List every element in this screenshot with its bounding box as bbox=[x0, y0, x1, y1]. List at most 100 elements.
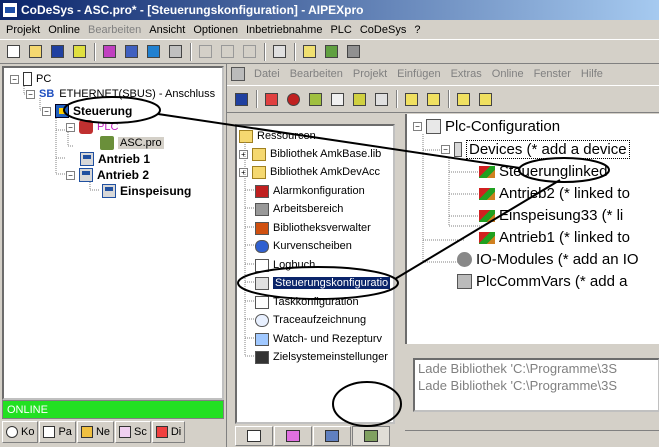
network-button[interactable] bbox=[321, 42, 342, 62]
config-label: Antrieb2 (* linked to bbox=[499, 185, 630, 202]
config-plccommvars[interactable]: PlcCommVars (* add a bbox=[457, 273, 627, 290]
open-folder-button[interactable] bbox=[25, 42, 46, 62]
tree-node-antrieb2[interactable]: − Antrieb 2 bbox=[66, 168, 149, 182]
resource-item[interactable]: Bibliotheksverwalter bbox=[255, 220, 371, 236]
collapse-toggle[interactable]: − bbox=[10, 74, 19, 84]
message-window[interactable]: Lade Bibliothek 'C:\Programme\3S Lade Bi… bbox=[413, 358, 659, 412]
resource-item[interactable]: Watch- und Rezepturv bbox=[255, 331, 382, 347]
stop-button[interactable] bbox=[283, 89, 304, 109]
new-file-button[interactable] bbox=[3, 42, 24, 62]
child-menu-fenster[interactable]: Fenster bbox=[529, 68, 576, 80]
resource-item-selected[interactable]: Steuerungskonfiguratio bbox=[255, 275, 391, 291]
tree-node-antrieb1[interactable]: Antrieb 1 bbox=[80, 152, 150, 166]
child-menu-hilfe[interactable]: Hilfe bbox=[576, 68, 608, 80]
tab-datatypes[interactable] bbox=[274, 426, 312, 446]
resource-item[interactable]: Traceaufzeichnung bbox=[255, 312, 366, 328]
resource-item[interactable]: + Bibliothek AmkBase.lib bbox=[239, 146, 381, 162]
transfer-button[interactable] bbox=[143, 42, 164, 62]
config-devices[interactable]: − Devices (* add a device bbox=[441, 140, 630, 159]
find-next-button[interactable] bbox=[423, 89, 444, 109]
config-antrieb2[interactable]: Antrieb2 (* linked to bbox=[479, 185, 630, 202]
tab-visualization[interactable] bbox=[313, 426, 351, 446]
child-menu-bearbeiten[interactable]: Bearbeiten bbox=[285, 68, 348, 80]
replace-next-button[interactable] bbox=[475, 89, 496, 109]
print-button[interactable] bbox=[269, 42, 290, 62]
login-button[interactable] bbox=[69, 42, 90, 62]
replace-button[interactable] bbox=[453, 89, 474, 109]
menu-projekt[interactable]: Projekt bbox=[2, 24, 44, 36]
resource-item[interactable]: Alarmkonfiguration bbox=[255, 183, 365, 199]
message-line: Lade Bibliothek 'C:\Programme\3S bbox=[418, 378, 618, 393]
step-button[interactable] bbox=[327, 89, 348, 109]
config-root[interactable]: − Plc-Configuration bbox=[413, 118, 560, 135]
collapse-toggle[interactable]: − bbox=[66, 122, 75, 132]
resource-item[interactable]: Taskkonfiguration bbox=[255, 294, 359, 310]
paste-icon bbox=[243, 45, 256, 58]
save-button[interactable] bbox=[47, 42, 68, 62]
device-button[interactable] bbox=[343, 42, 364, 62]
menu-online[interactable]: Online bbox=[44, 24, 84, 36]
watch-button[interactable] bbox=[371, 89, 392, 109]
tree-node-asc[interactable]: ASC.pro bbox=[100, 136, 164, 150]
tree-node-pc[interactable]: − PC bbox=[10, 72, 51, 86]
resource-item[interactable]: Kurvenscheiben bbox=[255, 238, 352, 254]
tree-node-einspeisung[interactable]: Einspeisung bbox=[102, 184, 191, 198]
tab-label: Ko bbox=[21, 426, 35, 438]
upload-button[interactable] bbox=[121, 42, 142, 62]
menu-bearbeiten[interactable]: Bearbeiten bbox=[84, 24, 145, 36]
cut-button[interactable] bbox=[195, 42, 216, 62]
paste-button[interactable] bbox=[239, 42, 260, 62]
find-next-icon bbox=[427, 92, 440, 106]
tree-node-steuerung[interactable]: − Steuerung bbox=[42, 104, 132, 118]
tab-pa[interactable]: Pa bbox=[39, 421, 76, 443]
breakpoint-button[interactable] bbox=[349, 89, 370, 109]
menu-codesys[interactable]: CoDeSys bbox=[356, 24, 410, 36]
menu-inbetriebnahme[interactable]: Inbetriebnahme bbox=[242, 24, 326, 36]
tab-di[interactable]: Di bbox=[151, 421, 186, 443]
calculator-button[interactable] bbox=[165, 42, 186, 62]
resource-item[interactable]: Arbeitsbereich bbox=[255, 201, 343, 217]
child-save-button[interactable] bbox=[231, 89, 252, 109]
config-steuerung[interactable]: Steuerung linked bbox=[479, 163, 607, 180]
tree-label: ASC.pro bbox=[118, 137, 164, 149]
login-button[interactable] bbox=[261, 89, 282, 109]
child-menu-extras[interactable]: Extras bbox=[446, 68, 487, 80]
online-status-bar: ONLINE bbox=[2, 400, 224, 419]
tree-node-plc[interactable]: − PLC bbox=[66, 120, 118, 134]
scissors-icon bbox=[199, 45, 212, 58]
run-button[interactable] bbox=[305, 89, 326, 109]
resources-root-label: Ressourcen bbox=[257, 130, 316, 142]
plc-config-icon bbox=[426, 119, 441, 134]
child-menu-projekt[interactable]: Projekt bbox=[348, 68, 392, 80]
collapse-toggle[interactable]: − bbox=[26, 89, 35, 99]
collapse-toggle[interactable]: − bbox=[441, 145, 450, 154]
tab-ne[interactable]: Ne bbox=[76, 421, 114, 443]
menu-help[interactable]: ? bbox=[410, 24, 424, 36]
tab-sc[interactable]: Sc bbox=[115, 421, 151, 443]
download-button[interactable] bbox=[99, 42, 120, 62]
menu-optionen[interactable]: Optionen bbox=[189, 24, 242, 36]
resource-item[interactable]: Logbuch bbox=[255, 257, 315, 273]
copy-button[interactable] bbox=[217, 42, 238, 62]
menu-plc[interactable]: PLC bbox=[326, 24, 355, 36]
child-menu-online[interactable]: Online bbox=[487, 68, 529, 80]
tree-node-ethernet[interactable]: − SB ETHERNET(SBUS) - Anschluss bbox=[26, 88, 215, 100]
resource-item[interactable]: Zielsystemeinstellunger bbox=[255, 349, 388, 365]
menu-ansicht[interactable]: Ansicht bbox=[145, 24, 189, 36]
run-icon bbox=[309, 92, 322, 106]
tab-pou[interactable] bbox=[235, 426, 273, 446]
child-menu-datei[interactable]: Datei bbox=[249, 68, 285, 80]
collapse-toggle[interactable]: − bbox=[413, 122, 422, 131]
find-button[interactable] bbox=[401, 89, 422, 109]
config-einspeisung33[interactable]: Einspeisung33 (* li bbox=[479, 207, 623, 224]
resource-item[interactable]: + Bibliothek AmkDevAcc bbox=[239, 164, 380, 180]
config-antrieb1[interactable]: Antrieb1 (* linked to bbox=[479, 229, 630, 246]
device-icon bbox=[347, 45, 360, 58]
child-menu-einfuegen[interactable]: Einfügen bbox=[392, 68, 445, 80]
collapse-toggle[interactable]: − bbox=[42, 106, 51, 116]
tab-resources[interactable] bbox=[352, 426, 390, 446]
scan-button[interactable] bbox=[299, 42, 320, 62]
collapse-toggle[interactable]: − bbox=[66, 170, 75, 180]
tab-ko[interactable]: Ko bbox=[2, 421, 39, 443]
config-io-modules[interactable]: IO-Modules (* add an IO bbox=[457, 251, 639, 268]
